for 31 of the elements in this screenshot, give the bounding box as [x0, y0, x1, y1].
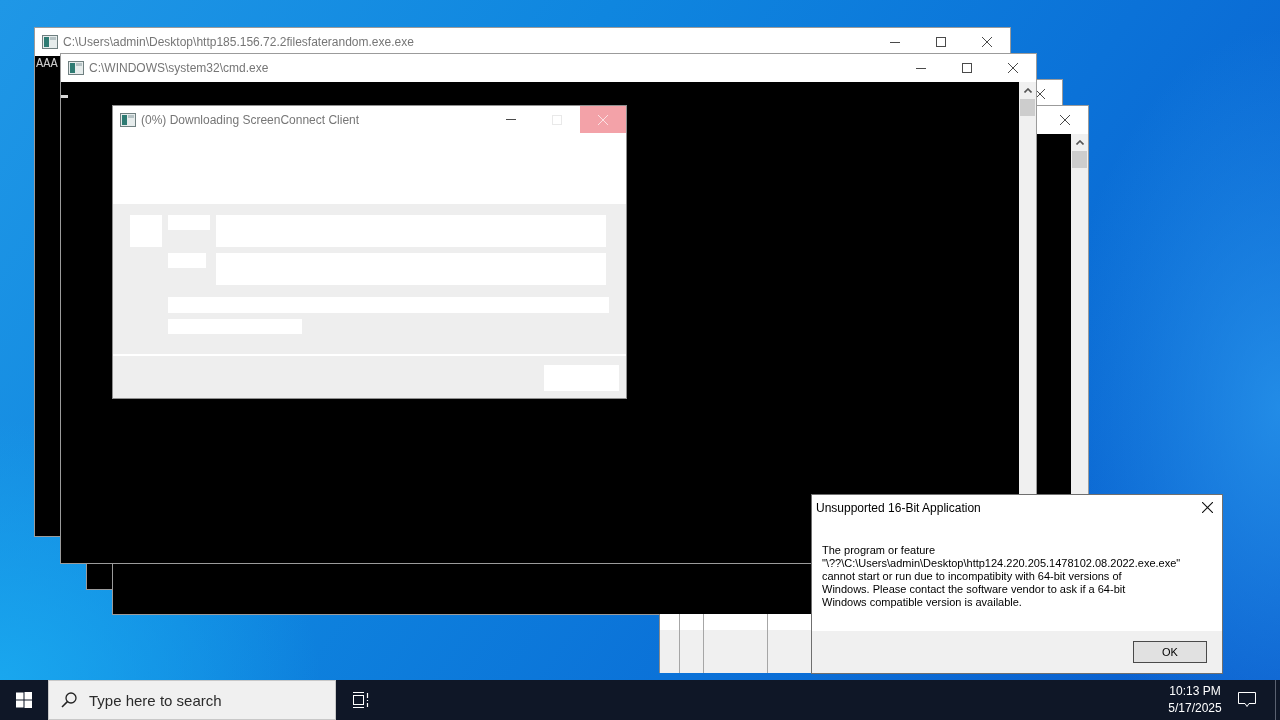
maximize-icon [962, 63, 972, 73]
dialog-title: Unsupported 16-Bit Application [816, 500, 981, 515]
maximize-icon [936, 37, 946, 47]
dialog-title: (0%) Downloading ScreenConnect Client [141, 112, 360, 127]
window-icon [120, 112, 136, 127]
search-field[interactable]: Type here to search [48, 680, 336, 720]
close-icon [1060, 115, 1070, 125]
minimize-icon [506, 119, 516, 120]
window-icon [68, 61, 84, 75]
search-icon [61, 692, 77, 708]
close-icon [598, 114, 608, 125]
ok-button[interactable]: OK [1133, 641, 1207, 663]
windows-logo-icon [16, 692, 32, 708]
close-icon [1201, 502, 1213, 513]
error-message: The program or feature "\??\C:\Users\admin\Desktop\http124.220.205.1478102.08.2022.exe.exe" cannot start or run due to incompatibity with 64-bit versions of Windows. Please contact the software vendor to ask if a 64-bit Windows compatible version is available. [822, 544, 1181, 609]
window-title: C:\Users\admin\Desktop\http185.156.72.2filesfaterandom.exe.exe [63, 35, 414, 49]
console-output: AAA [36, 56, 58, 72]
scroll-up-icon[interactable] [1075, 140, 1084, 145]
scrollbar-thumb[interactable] [1072, 151, 1087, 168]
close-icon [982, 37, 992, 47]
close-icon [1008, 63, 1018, 73]
minimize-icon [916, 67, 926, 69]
close-icon [1037, 89, 1045, 99]
notification-icon [1238, 692, 1256, 708]
clock-button[interactable]: 10:13 PM 5/17/2025 [1163, 680, 1227, 720]
task-view-icon [351, 692, 369, 708]
scroll-up-icon[interactable] [1023, 88, 1032, 93]
window-icon [42, 35, 58, 49]
scrollbar-thumb[interactable] [1020, 99, 1035, 116]
minimize-icon [890, 41, 900, 43]
window-title: C:\WINDOWS\system32\cmd.exe [89, 61, 269, 75]
